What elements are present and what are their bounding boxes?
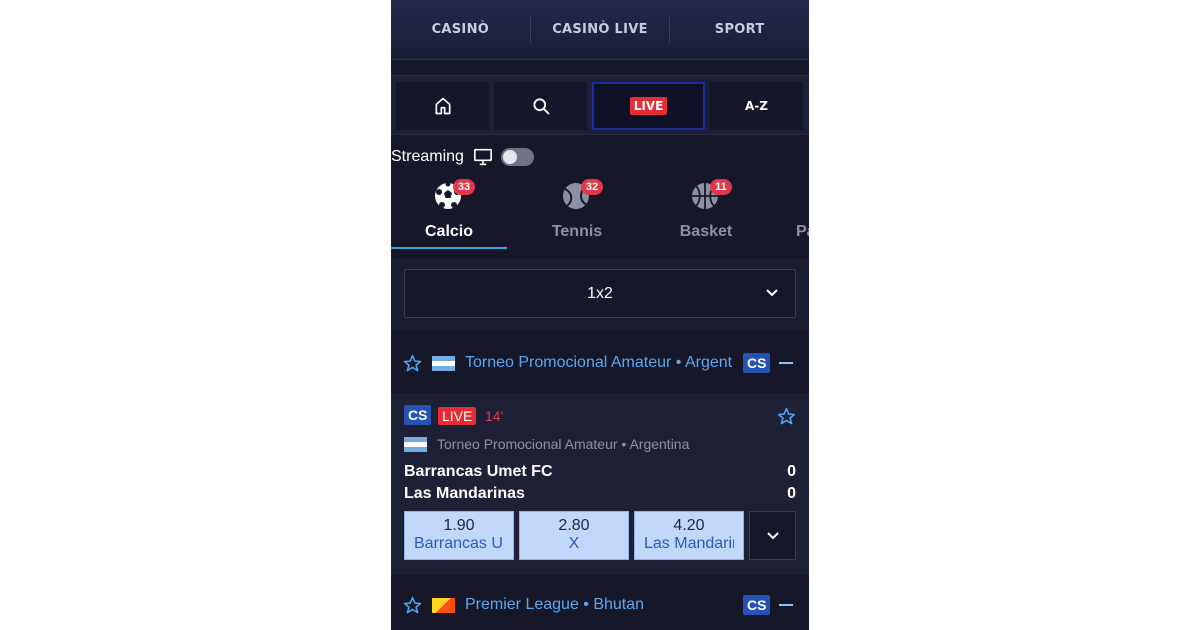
market-selected-value: 1x2 [587,284,613,302]
sport-name: Tennis [551,223,603,240]
odds-label: Las Mandarinas [644,535,734,552]
sport-count-badge: 11 [710,179,732,195]
nav-casino-live[interactable]: CASINÒ LIVE [531,22,670,37]
sport-name: Basket [679,223,733,240]
market-select[interactable]: 1x2 [404,269,796,318]
collapse-icon[interactable] [779,362,793,364]
cs-badge: CS [404,405,432,425]
odds-button-draw[interactable]: 2.80 X [519,511,629,560]
league-header[interactable]: Torneo Promocional Amateur • Argentina C… [391,333,809,393]
home-button[interactable] [396,82,489,130]
odds-value: 1.90 [443,517,475,534]
sports-tabs: 33 Calcio 32 Tennis 11 Basket Pallavolo [391,175,809,253]
active-tab-indicator [391,247,507,249]
league-name: Torneo Promocional Amateur • Argentina [465,354,733,371]
live-filter-button[interactable]: LIVE [592,82,705,130]
star-icon[interactable] [403,596,422,615]
tab-calcio[interactable]: 33 Calcio [391,175,507,249]
quick-filter-bar: LIVE A-Z [391,75,809,135]
away-team-name: Las Mandarinas [404,485,525,502]
toggle-knob [502,150,517,164]
sport-count-badge: 33 [453,179,475,195]
tab-basket[interactable]: 11 Basket [648,175,764,249]
odds-button-away[interactable]: 4.20 Las Mandarinas [634,511,744,560]
nav-sport[interactable]: SPORT [670,22,809,37]
search-icon [532,98,549,115]
home-score: 0 [787,463,796,480]
match-minute: 14' [485,408,504,424]
search-button[interactable] [494,82,587,130]
sport-name: Pallavolo [796,223,809,240]
more-markets-button[interactable] [749,511,796,560]
cs-badge: CS [743,595,771,615]
sport-name: Calcio [424,223,473,240]
az-icon: A-Z [745,99,768,113]
argentina-flag-icon [404,436,427,452]
bhutan-flag-icon [432,597,455,613]
odds-value: 4.20 [673,517,705,534]
streaming-filter: Streaming [391,145,534,169]
top-nav: CASINÒ CASINÒ LIVE SPORT [391,0,809,60]
chevron-down-icon [766,289,778,297]
odds-label: Barrancas Umet FC [414,535,504,552]
tab-pallavolo[interactable]: Pallavolo [777,175,809,249]
odds-label: X [568,535,580,552]
argentina-flag-icon [432,355,455,371]
cs-badge: CS [743,353,771,373]
star-icon[interactable] [777,407,796,426]
chevron-down-icon [766,531,779,539]
monitor-icon [473,148,492,166]
competition-name: Torneo Promocional Amateur • Argentina [437,436,690,452]
market-selector-area: 1x2 [391,259,809,329]
league-name: Premier League • Bhutan [465,596,645,613]
event-competition: Torneo Promocional Amateur • Argentina [404,436,689,452]
live-badge: LIVE [438,407,477,425]
event-card: CS LIVE 14' Torneo Promocional Amateur •… [391,393,809,575]
league-header[interactable]: Premier League • Bhutan CS [391,575,809,630]
away-score: 0 [787,485,796,502]
home-team-name: Barrancas Umet FC [404,463,553,480]
star-icon[interactable] [403,354,422,373]
home-icon [435,97,450,115]
streaming-toggle[interactable] [500,148,534,166]
sport-count-badge: 32 [581,179,603,195]
home-team-row: Barrancas Umet FC 0 [404,463,796,481]
tab-tennis[interactable]: 32 Tennis [519,175,635,249]
nav-casino[interactable]: CASINÒ [391,22,530,37]
odds-value: 2.80 [558,517,590,534]
collapse-icon[interactable] [779,604,793,606]
az-button[interactable]: A-Z [710,82,803,130]
streaming-label: Streaming [391,148,464,165]
away-team-row: Las Mandarinas 0 [404,485,796,503]
live-badge: LIVE [629,97,668,115]
sportsbook-mobile-view: CASINÒ CASINÒ LIVE SPORT LIVE A-Z Stream… [391,0,809,630]
odds-button-home[interactable]: 1.90 Barrancas Umet FC [404,511,514,560]
